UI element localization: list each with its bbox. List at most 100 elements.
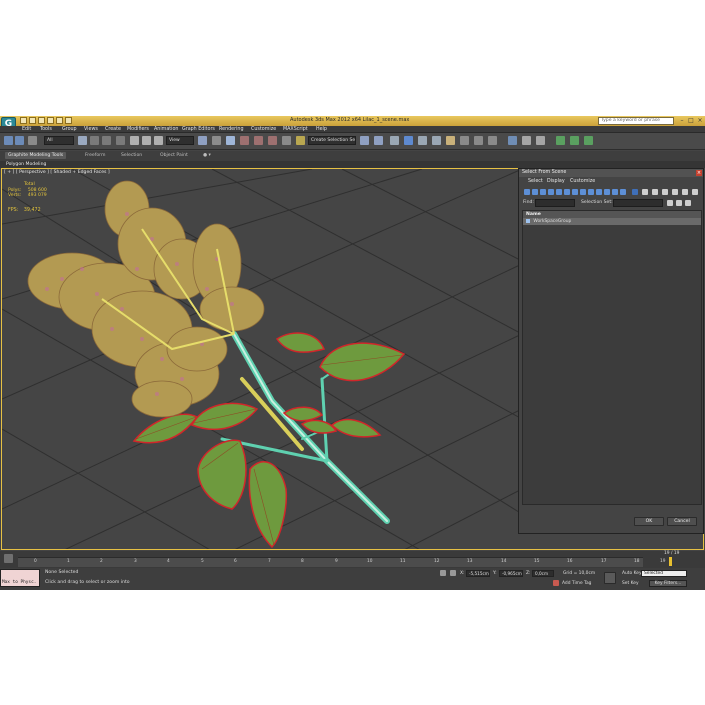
display-xrefs-icon[interactable] (580, 189, 586, 195)
keyboard-shortcut-icon[interactable] (226, 136, 235, 145)
menu-rendering[interactable]: Rendering (219, 126, 244, 133)
display-geometry-icon[interactable] (524, 189, 530, 195)
viewport-label[interactable]: [ + ] [ Perspective ] [ Shaded + Edged F… (4, 170, 110, 175)
selection-filter-dropdown[interactable]: All (44, 136, 74, 145)
filter-icon[interactable] (682, 189, 688, 195)
new-file-icon[interactable] (20, 117, 27, 124)
dialog-close-icon[interactable]: × (696, 170, 702, 176)
undo-icon[interactable] (47, 117, 54, 124)
menu-animation[interactable]: Animation (154, 126, 178, 133)
display-all-icon[interactable] (620, 189, 626, 195)
select-manipulate-icon[interactable] (212, 136, 221, 145)
move-icon[interactable] (130, 136, 139, 145)
pivot-center-icon[interactable] (198, 136, 207, 145)
tab-graphite-modeling-tools[interactable]: Graphite Modeling Tools (5, 152, 67, 159)
mini-curve-editor-icon[interactable] (4, 554, 13, 563)
rotate-icon[interactable] (142, 136, 151, 145)
select-all-icon[interactable] (652, 189, 658, 195)
display-helpers-icon[interactable] (556, 189, 562, 195)
align-icon[interactable] (374, 136, 383, 145)
undo-toolbar-icon[interactable] (4, 136, 13, 145)
window-crossing-icon[interactable] (116, 136, 125, 145)
display-spacewarps-icon[interactable] (564, 189, 570, 195)
display-hidden-icon[interactable] (612, 189, 618, 195)
display-none-icon[interactable] (632, 189, 638, 195)
extra-tool-2-icon[interactable] (522, 136, 531, 145)
ribbon-options-icon[interactable]: ● ▾ (200, 152, 214, 159)
project-folder-icon[interactable] (65, 117, 72, 124)
menu-graph-editors[interactable]: Graph Editors (182, 126, 215, 133)
lock-selection-icon[interactable] (440, 570, 446, 576)
edit-named-selection-icon[interactable] (296, 136, 305, 145)
time-slider-label[interactable]: 19 / 19 (664, 551, 679, 556)
curve-editor-icon[interactable] (418, 136, 427, 145)
z-coordinate-field[interactable]: 0,0cm (532, 570, 554, 577)
select-none-icon[interactable] (662, 189, 668, 195)
select-invert-icon[interactable] (672, 189, 678, 195)
mirror-icon[interactable] (360, 136, 369, 145)
menu-customize[interactable]: Customize (251, 126, 276, 133)
absolute-mode-icon[interactable] (450, 570, 456, 576)
minimize-icon[interactable]: – (678, 117, 686, 125)
time-slider[interactable]: 19 / 19 0 1 2 3 4 5 6 7 8 9 10 11 12 13 … (0, 551, 705, 568)
percent-snap-icon[interactable] (268, 136, 277, 145)
dialog-menu-display[interactable]: Display (547, 178, 565, 186)
display-groups-icon[interactable] (572, 189, 578, 195)
maximize-icon[interactable]: □ (687, 117, 695, 125)
tab-selection[interactable]: Selection (118, 152, 145, 159)
menu-edit[interactable]: Edit (22, 126, 31, 133)
find-input[interactable] (535, 199, 575, 207)
x-coordinate-field[interactable]: -5,515cm (466, 570, 490, 577)
menu-tools[interactable]: Tools (40, 126, 52, 133)
layer-manager-icon[interactable] (390, 136, 399, 145)
scale-icon[interactable] (154, 136, 163, 145)
extra-tool-5-icon[interactable] (570, 136, 579, 145)
select-by-name-icon[interactable] (90, 136, 99, 145)
select-influences-icon[interactable] (685, 200, 691, 206)
tab-object-paint[interactable]: Object Paint (157, 152, 191, 159)
list-item[interactable]: WorkSpaceGroup (523, 218, 701, 225)
object-list[interactable]: Name WorkSpaceGroup (522, 210, 702, 505)
dialog-title[interactable]: Select From Scene (519, 169, 703, 177)
menu-help[interactable]: Help (316, 126, 327, 133)
find-case-sensitive-icon[interactable] (692, 189, 698, 195)
spinner-snap-icon[interactable] (282, 136, 291, 145)
dialog-menu-customize[interactable]: Customize (570, 178, 595, 186)
set-key-button[interactable]: Set Key (622, 581, 639, 586)
material-editor-icon[interactable] (446, 136, 455, 145)
track-bar[interactable] (18, 557, 643, 567)
save-file-icon[interactable] (38, 117, 45, 124)
menu-views[interactable]: Views (84, 126, 98, 133)
name-column-header[interactable]: Name (523, 211, 701, 218)
render-production-icon[interactable] (488, 136, 497, 145)
add-time-tag-label[interactable]: Add Time Tag (562, 581, 591, 586)
dialog-menu-select[interactable]: Select (528, 178, 543, 186)
open-file-icon[interactable] (29, 117, 36, 124)
selection-set-dropdown[interactable] (613, 199, 663, 207)
extra-tool-6-icon[interactable] (584, 136, 593, 145)
keyword-search-input[interactable]: Type a keyword or phrase (598, 117, 674, 125)
time-cursor[interactable] (669, 557, 672, 566)
redo-icon[interactable] (56, 117, 63, 124)
angle-snap-icon[interactable] (254, 136, 263, 145)
graphite-toggle-icon[interactable] (404, 136, 413, 145)
ok-button[interactable]: OK (634, 517, 664, 526)
reference-coordinate-dropdown[interactable]: View (166, 136, 194, 145)
display-containers-icon[interactable] (596, 189, 602, 195)
select-children-icon[interactable] (676, 200, 682, 206)
rectangular-region-icon[interactable] (102, 136, 111, 145)
extra-tool-1-icon[interactable] (508, 136, 517, 145)
menu-group[interactable]: Group (62, 126, 77, 133)
select-object-icon[interactable] (78, 136, 87, 145)
display-shapes-icon[interactable] (532, 189, 538, 195)
extra-tool-4-icon[interactable] (556, 136, 565, 145)
key-filters-button[interactable]: Key Filters... (649, 580, 687, 587)
invert-display-icon[interactable] (642, 189, 648, 195)
tab-freeform[interactable]: Freeform (82, 152, 108, 159)
display-cameras-icon[interactable] (548, 189, 554, 195)
display-frozen-icon[interactable] (604, 189, 610, 195)
display-bones-icon[interactable] (588, 189, 594, 195)
render-setup-icon[interactable] (460, 136, 469, 145)
auto-key-button[interactable]: Auto Key (622, 571, 642, 576)
select-dependents-icon[interactable] (667, 200, 673, 206)
